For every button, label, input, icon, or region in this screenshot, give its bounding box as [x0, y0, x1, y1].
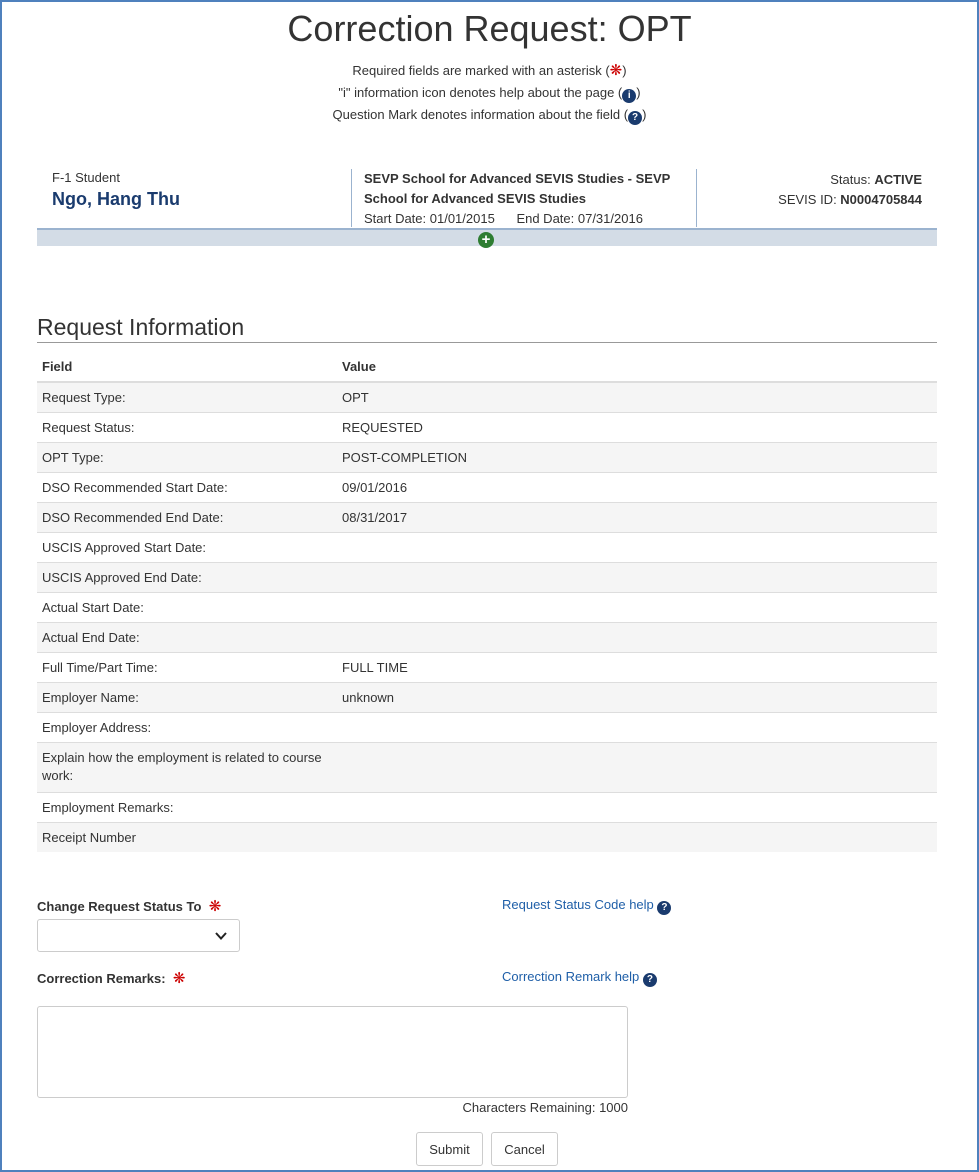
value-cell: unknown — [337, 681, 937, 712]
value-cell — [337, 531, 937, 562]
value-cell: 09/01/2016 — [337, 471, 937, 502]
student-banner: F-1 Student Ngo, Hang Thu SEVP School fo… — [37, 162, 937, 228]
column-header-value: Value — [337, 352, 937, 383]
column-header-field: Field — [37, 352, 337, 383]
field-cell: Explain how the employment is related to… — [37, 741, 337, 792]
program-start-date: Start Date: 01/01/2015 — [364, 211, 495, 226]
info-circle-icon: i — [622, 89, 637, 103]
field-cell: USCIS Approved End Date: — [37, 561, 337, 592]
field-cell: OPT Type: — [37, 441, 337, 472]
student-status: Status: ACTIVE — [830, 172, 922, 187]
asterisk-icon: ❋ — [609, 62, 623, 79]
change-status-label: Change Request Status To ❋ — [37, 898, 222, 915]
banner-expand-bar: + — [37, 228, 937, 248]
chevron-down-icon — [215, 932, 227, 940]
table-row: Employer Address: — [37, 711, 937, 742]
correction-remarks-label: Correction Remarks: ❋ — [37, 970, 186, 987]
field-cell: Employment Remarks: — [37, 791, 337, 822]
table-row: Request Status: REQUESTED — [37, 411, 937, 442]
field-cell: Employer Name: — [37, 681, 337, 712]
value-cell — [337, 561, 937, 592]
value-cell: 08/31/2017 — [337, 501, 937, 532]
asterisk-icon: ❋ — [208, 898, 222, 915]
field-cell: DSO Recommended End Date: — [37, 501, 337, 532]
field-cell: DSO Recommended Start Date: — [37, 471, 337, 502]
characters-remaining: Characters Remaining: 1000 — [462, 1100, 628, 1115]
field-cell: Employer Address: — [37, 711, 337, 742]
value-cell — [337, 821, 937, 852]
table-row: Employer Name: unknown — [37, 681, 937, 712]
table-row: DSO Recommended End Date: 08/31/2017 — [37, 501, 937, 532]
value-cell — [337, 591, 937, 622]
field-cell: Full Time/Part Time: — [37, 651, 337, 682]
help-info-line: "i" information icon denotes help about … — [338, 85, 641, 103]
table-row: Actual Start Date: — [37, 591, 937, 622]
correction-remark-help-link[interactable]: Correction Remark help ? — [502, 969, 657, 987]
help-question-line: Question Mark denotes information about … — [332, 107, 647, 125]
program-dates: Start Date: 01/01/2015 End Date: 07/31/2… — [364, 209, 696, 229]
value-cell — [337, 741, 937, 792]
school-name: SEVP School for Advanced SEVIS Studies -… — [364, 171, 671, 206]
program-end-date: End Date: 07/31/2016 — [516, 211, 643, 226]
change-status-select[interactable] — [37, 919, 240, 952]
request-status-code-help-link[interactable]: Request Status Code help ? — [502, 897, 672, 915]
table-header-row: Field Value — [37, 352, 937, 383]
page-help-legend: Required fields are marked with an aster… — [0, 60, 979, 126]
question-circle-icon[interactable]: ? — [657, 901, 672, 915]
field-cell: Actual Start Date: — [37, 591, 337, 622]
table-row: Full Time/Part Time: FULL TIME — [37, 651, 937, 682]
help-required-line: Required fields are marked with an aster… — [352, 62, 627, 79]
plus-circle-icon[interactable]: + — [478, 232, 494, 248]
table-row: Receipt Number — [37, 821, 937, 852]
request-information-heading: Request Information — [37, 314, 937, 343]
table-row: Explain how the employment is related to… — [37, 741, 937, 792]
question-circle-icon[interactable]: ? — [642, 973, 657, 987]
table-row: Employment Remarks: — [37, 791, 937, 822]
table-row: OPT Type: POST-COMPLETION — [37, 441, 937, 472]
submit-button[interactable]: Submit — [416, 1132, 483, 1166]
sevis-id: SEVIS ID: N0004705844 — [778, 192, 922, 207]
table-row: DSO Recommended Start Date: 09/01/2016 — [37, 471, 937, 502]
field-cell: Request Type: — [37, 381, 337, 412]
table-row: Request Type: OPT — [37, 381, 937, 412]
asterisk-icon: ❋ — [172, 970, 186, 987]
student-status-block: Status: ACTIVE SEVIS ID: N0004705844 — [778, 170, 922, 210]
field-cell: USCIS Approved Start Date: — [37, 531, 337, 562]
student-identity: F-1 Student Ngo, Hang Thu — [52, 170, 180, 210]
table-row: Actual End Date: — [37, 621, 937, 652]
value-cell — [337, 791, 937, 822]
student-name: Ngo, Hang Thu — [52, 189, 180, 209]
field-cell: Receipt Number — [37, 821, 337, 852]
correction-remarks-textarea[interactable] — [37, 1006, 628, 1098]
page-title: Correction Request: OPT — [287, 8, 692, 49]
value-cell: FULL TIME — [337, 651, 937, 682]
student-type: F-1 Student — [52, 170, 120, 185]
question-circle-icon: ? — [628, 111, 643, 125]
cancel-button[interactable]: Cancel — [491, 1132, 558, 1166]
table-row: USCIS Approved End Date: — [37, 561, 937, 592]
field-cell: Request Status: — [37, 411, 337, 442]
field-cell: Actual End Date: — [37, 621, 337, 652]
value-cell — [337, 711, 937, 742]
value-cell — [337, 621, 937, 652]
school-info: SEVP School for Advanced SEVIS Studies -… — [351, 169, 697, 227]
value-cell: REQUESTED — [337, 411, 937, 442]
value-cell: POST-COMPLETION — [337, 441, 937, 472]
table-row: USCIS Approved Start Date: — [37, 531, 937, 562]
request-information-table: Field Value Request Type: OPT Request Sta… — [37, 352, 937, 852]
value-cell: OPT — [337, 381, 937, 412]
